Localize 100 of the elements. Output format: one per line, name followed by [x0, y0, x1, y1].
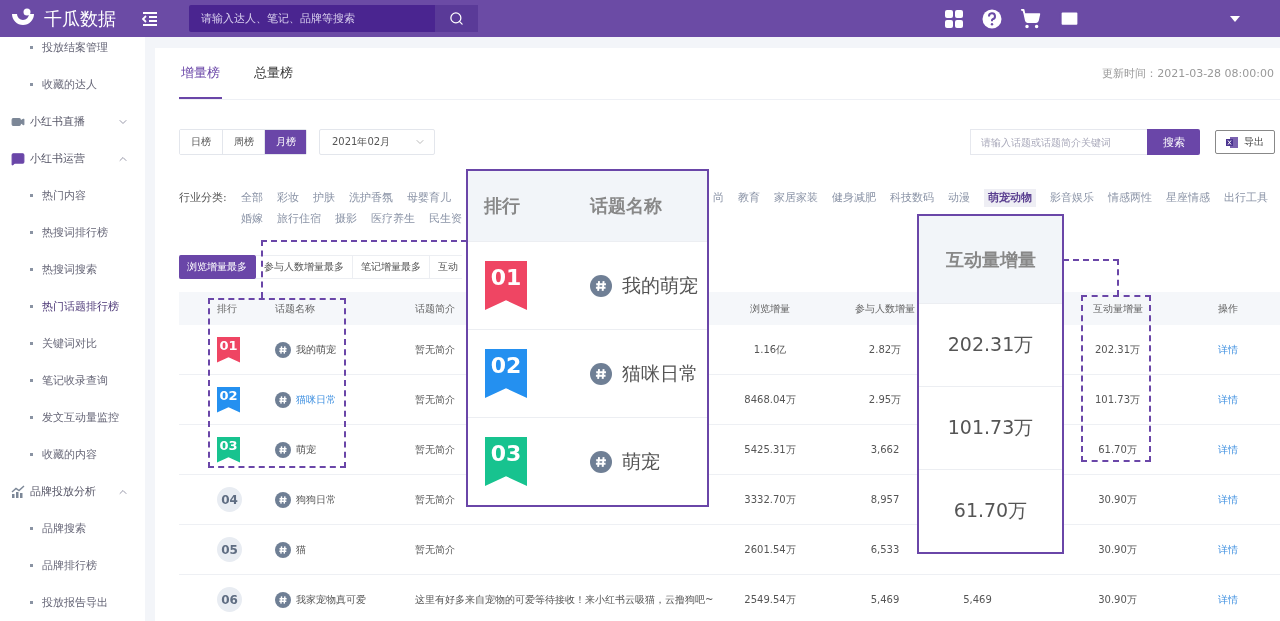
table-cell: 5,469 — [870, 594, 900, 605]
sidebar-item[interactable]: 品牌排行榜 — [0, 547, 145, 584]
sidebar-item[interactable]: 投放结案管理 — [0, 37, 145, 66]
sort-tab[interactable]: 笔记增量最多 — [353, 255, 430, 279]
sidebar-item[interactable]: 热门话题排行榜 — [0, 288, 145, 325]
rank-badge: 04 — [217, 487, 242, 512]
hash-icon — [590, 362, 612, 385]
industry-tag[interactable]: 情感两性 — [1108, 189, 1152, 207]
sidebar-item[interactable]: 热搜词搜索 — [0, 251, 145, 288]
grid-icon[interactable] — [944, 8, 964, 29]
industry-tag[interactable]: 民生资 — [429, 210, 462, 228]
industry-tag[interactable]: 科技数码 — [890, 189, 934, 207]
board-tab[interactable]: 总量榜 — [252, 49, 295, 99]
table-cell: 30.90万 — [1098, 592, 1137, 607]
industry-tag[interactable]: 动漫 — [948, 189, 970, 207]
industry-tag[interactable]: 健身减肥 — [832, 189, 876, 207]
cart-icon[interactable] — [1020, 8, 1041, 29]
topic-search-field[interactable]: 请输入话题或话题简介关键词 — [970, 129, 1147, 155]
industry-tag[interactable]: 医疗养生 — [371, 210, 415, 228]
sidebar-item[interactable]: 收藏的内容 — [0, 436, 145, 473]
hash-icon — [590, 274, 612, 297]
industry-tag[interactable]: 全部 — [241, 189, 263, 207]
sidebar-group[interactable]: 小红书直播 — [0, 103, 145, 140]
hash-icon — [590, 450, 612, 473]
sidebar-item[interactable]: 笔记收录查询 — [0, 362, 145, 399]
topic-name[interactable]: 猫 — [296, 542, 306, 557]
details-link[interactable]: 详情 — [1217, 342, 1238, 357]
sidebar-item[interactable]: 热门内容 — [0, 177, 145, 214]
industry-tag[interactable]: 摄影 — [335, 210, 357, 228]
industry-tag[interactable]: 教育 — [738, 189, 760, 207]
industry-tag[interactable]: 家居家装 — [774, 189, 818, 207]
table-cell: 2601.54万 — [744, 542, 796, 557]
export-button[interactable]: 导出 — [1215, 130, 1275, 154]
topic-name[interactable]: 萌宠 — [296, 442, 316, 457]
industry-tag[interactable]: 婚嫁 — [241, 210, 263, 228]
table-cell: 202.31万 — [1095, 342, 1140, 357]
sidebar-item[interactable]: 热搜词排行榜 — [0, 214, 145, 251]
board-tab[interactable]: 增量榜 — [179, 49, 222, 99]
details-link[interactable]: 详情 — [1217, 542, 1238, 557]
topic-name[interactable]: 猫咪日常 — [296, 392, 336, 407]
caret-icon[interactable] — [1230, 15, 1240, 22]
topic-intro: 暂无简介 — [415, 392, 455, 407]
industry-tag[interactable]: 彩妆 — [277, 189, 299, 207]
industry-tag[interactable]: 母婴育儿 — [407, 189, 451, 207]
interaction-value: 101.73万 — [947, 415, 1034, 440]
sort-tab[interactable]: 参与人数增量最多 — [256, 255, 353, 279]
industry-tag[interactable]: 星座情感 — [1166, 189, 1210, 207]
sidebar-item[interactable]: 发文互动量监控 — [0, 399, 145, 436]
table-cell: 2.95万 — [868, 392, 902, 407]
column-header: 操作 — [1217, 302, 1238, 314]
sidebar-item[interactable]: 品牌搜索 — [0, 510, 145, 547]
interaction-value: 202.31万 — [947, 332, 1034, 357]
table-cell: 30.90万 — [1098, 542, 1137, 557]
details-link[interactable]: 详情 — [1217, 592, 1238, 607]
industry-tag[interactable]: 尚 — [713, 189, 724, 207]
period-tab[interactable]: 月榜 — [264, 130, 306, 154]
column-header: 互动量增量 — [1092, 302, 1143, 314]
topic-name[interactable]: 狗狗日常 — [296, 492, 336, 507]
topic-name: 我的萌宠 — [622, 272, 698, 298]
callout-column-header: 互动量增量 — [945, 247, 1036, 272]
sidebar-item[interactable]: 关键词对比 — [0, 325, 145, 362]
update-time: 更新时间：2021-03-28 08:00:00 — [1102, 66, 1274, 81]
details-link[interactable]: 详情 — [1217, 442, 1238, 457]
industry-tag[interactable]: 护肤 — [313, 189, 335, 207]
topic-intro: 暂无简介 — [415, 342, 455, 357]
rank-badge: 01 — [217, 336, 240, 363]
hash-icon — [275, 541, 291, 558]
callout-column-header: 话题名称 — [590, 194, 662, 218]
table-cell: 30.90万 — [1098, 492, 1137, 507]
month-select[interactable]: 2021年02月 — [319, 129, 435, 155]
sidebar-group[interactable]: 小红书运营 — [0, 140, 145, 177]
details-link[interactable]: 详情 — [1217, 392, 1238, 407]
sort-tab[interactable]: 浏览增量最多 — [179, 255, 256, 279]
search-button[interactable]: 搜索 — [1147, 129, 1200, 155]
sidebar-item[interactable]: 投放报告导出 — [0, 584, 145, 621]
sidebar-item[interactable]: 收藏的达人 — [0, 66, 145, 103]
column-header: 参与人数增量 — [855, 302, 915, 314]
menu-icon[interactable] — [142, 11, 158, 26]
topic-name[interactable]: 我的萌宠 — [296, 342, 336, 357]
sidebar-group-label: 品牌投放分析 — [30, 484, 97, 499]
industry-tag[interactable]: 出行工具 — [1224, 189, 1268, 207]
topic-name: 萌宠 — [622, 448, 660, 474]
global-search-field[interactable]: 请输入达人、笔记、品牌等搜索 — [189, 5, 435, 32]
table-cell: 5425.31万 — [744, 442, 796, 457]
sort-tab[interactable]: 互动 — [430, 255, 462, 279]
table-cell: 2549.54万 — [744, 592, 796, 607]
callout-column-header: 排行 — [484, 194, 521, 218]
column-header: 话题名称 — [275, 302, 315, 314]
sidebar-group[interactable]: 品牌投放分析 — [0, 473, 145, 510]
industry-tag[interactable]: 旅行住宿 — [277, 210, 321, 228]
column-header: 话题简介 — [415, 302, 455, 314]
table-cell: 8,957 — [870, 494, 900, 505]
search-button[interactable] — [435, 5, 478, 32]
help-icon[interactable] — [982, 8, 1002, 29]
industry-tag[interactable]: 洗护香氛 — [349, 189, 393, 207]
details-link[interactable]: 详情 — [1217, 492, 1238, 507]
topic-name[interactable]: 我家宠物真可爱 — [296, 592, 366, 607]
industry-tag[interactable]: 萌宠动物 — [984, 189, 1036, 207]
industry-tag[interactable]: 影音娱乐 — [1050, 189, 1094, 207]
topic-intro: 暂无简介 — [415, 492, 455, 507]
